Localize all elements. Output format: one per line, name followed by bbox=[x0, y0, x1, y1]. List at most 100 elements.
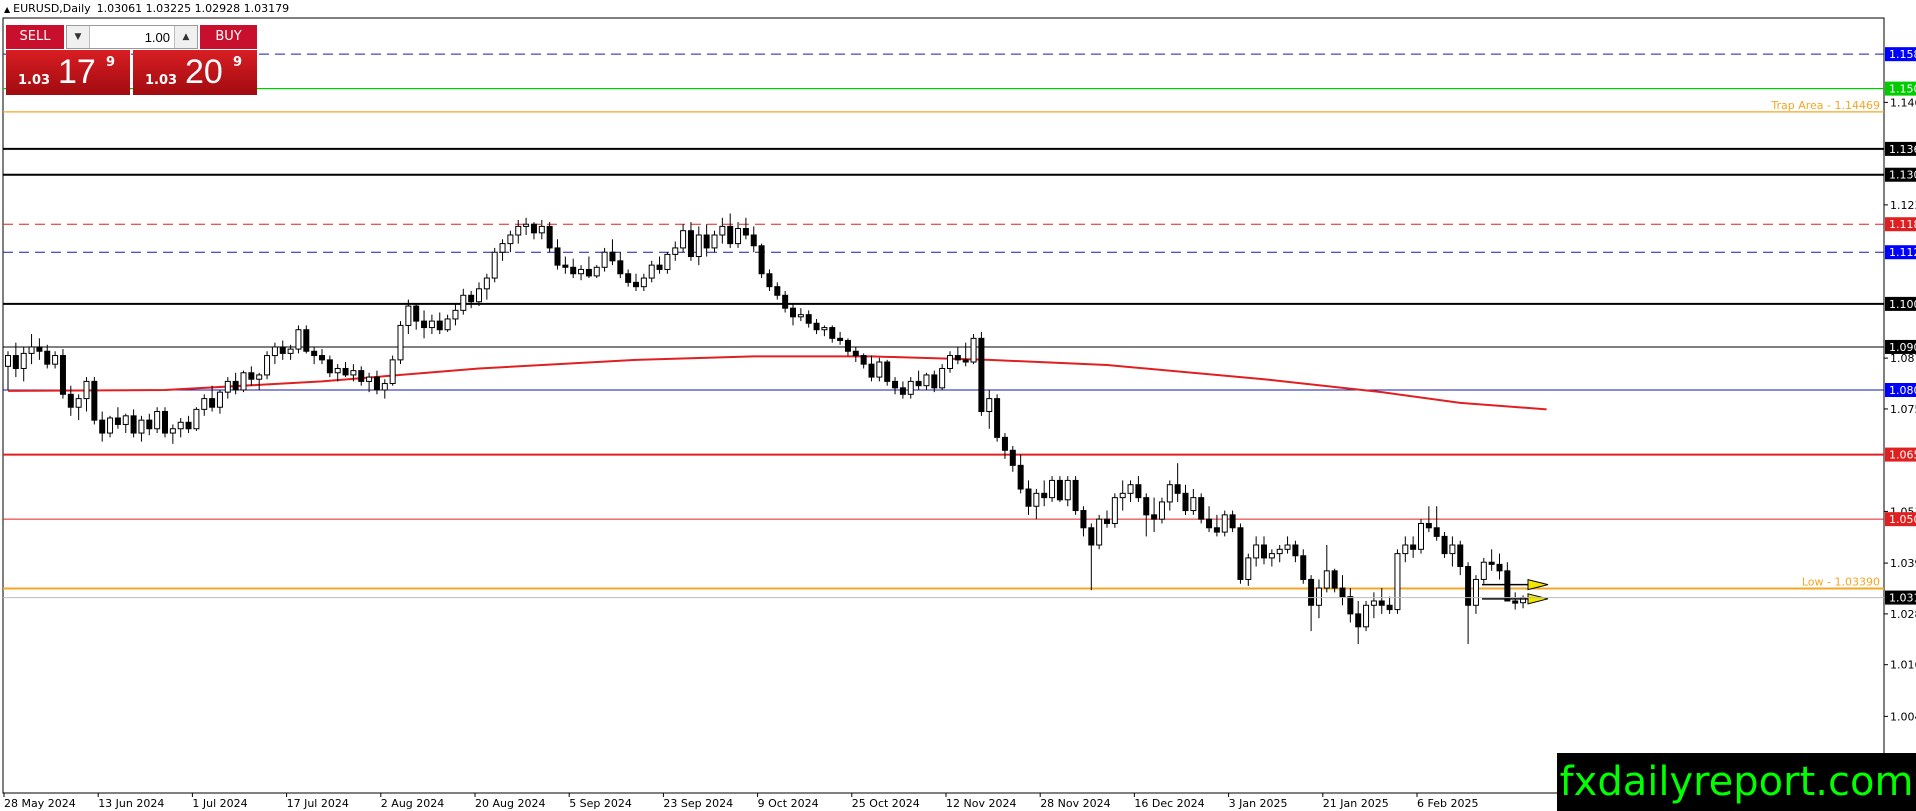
bear-candle bbox=[1009, 449, 1016, 466]
bull-candle bbox=[256, 374, 263, 380]
chart-ohlc: 1.03061 1.03225 1.02928 1.03179 bbox=[96, 2, 290, 15]
bear-candle bbox=[1433, 527, 1440, 537]
buy-price-button[interactable]: 1.03 20 9 bbox=[133, 50, 257, 95]
bear-candle bbox=[1174, 484, 1181, 494]
bear-candle bbox=[1512, 600, 1519, 604]
bull-candle bbox=[970, 337, 977, 363]
bear-candle bbox=[868, 363, 875, 378]
bear-candle bbox=[319, 355, 325, 361]
bull-candle bbox=[83, 380, 90, 400]
bear-candle bbox=[232, 380, 239, 391]
bull-candle bbox=[1158, 501, 1165, 520]
bull-candle bbox=[719, 225, 726, 236]
chart-symbol: EURUSD,Daily bbox=[13, 2, 91, 15]
bull-candle bbox=[1363, 604, 1370, 628]
bull-candle bbox=[1127, 484, 1134, 494]
bull-candle bbox=[52, 355, 59, 365]
bear-candle bbox=[1104, 518, 1110, 524]
bear-candle bbox=[829, 327, 836, 339]
bull-candle bbox=[578, 268, 585, 275]
price-chart[interactable]: 1.146801.123001.087401.075601.051801.039… bbox=[0, 0, 1916, 811]
x-tick-label: 6 Feb 2025 bbox=[1417, 797, 1478, 810]
bear-candle bbox=[1292, 544, 1299, 557]
bear-candle bbox=[837, 337, 844, 341]
x-tick-label: 13 Jun 2024 bbox=[98, 797, 164, 810]
bull-candle bbox=[405, 305, 412, 326]
bear-candle bbox=[750, 234, 757, 247]
bear-candle bbox=[962, 359, 969, 363]
lot-decrease-icon[interactable]: ▼ bbox=[67, 26, 90, 48]
bear-candle bbox=[766, 273, 773, 288]
bull-candle bbox=[664, 253, 671, 270]
bull-candle bbox=[1402, 544, 1409, 555]
bull-candle bbox=[1394, 553, 1401, 611]
bear-candle bbox=[162, 411, 168, 434]
bull-candle bbox=[1119, 492, 1126, 499]
bear-candle bbox=[585, 268, 592, 277]
bull-candle bbox=[821, 327, 828, 331]
x-tick-label: 28 Nov 2024 bbox=[1040, 797, 1110, 810]
bull-candle bbox=[264, 355, 271, 376]
x-tick-label: 20 Aug 2024 bbox=[475, 797, 545, 810]
lot-increase-icon[interactable]: ▲ bbox=[174, 26, 197, 48]
moving-average-line bbox=[7, 355, 1547, 411]
bull-candle bbox=[695, 234, 702, 258]
bear-candle bbox=[1496, 563, 1503, 572]
sell-price-pips: 17 bbox=[58, 53, 96, 91]
buy-button[interactable]: BUY bbox=[200, 25, 257, 49]
bear-candle bbox=[546, 225, 553, 249]
bear-candle bbox=[813, 322, 820, 331]
sell-button[interactable]: SELL bbox=[6, 25, 64, 49]
x-tick-label: 23 Sep 2024 bbox=[663, 797, 733, 810]
lot-size-input[interactable] bbox=[90, 26, 176, 48]
bull-candle bbox=[295, 329, 302, 350]
bull-candle bbox=[177, 421, 184, 430]
bear-candle bbox=[12, 355, 19, 369]
bear-candle bbox=[703, 234, 710, 249]
bear-candle bbox=[1198, 497, 1205, 520]
bull-candle bbox=[28, 346, 35, 354]
bear-candle bbox=[1465, 566, 1472, 606]
x-tick-label: 12 Nov 2024 bbox=[946, 797, 1016, 810]
bear-candle bbox=[358, 370, 365, 382]
bull-candle bbox=[107, 417, 114, 434]
bear-candle bbox=[1182, 492, 1189, 512]
bear-candle bbox=[1339, 587, 1346, 598]
bull-candle bbox=[476, 288, 482, 303]
bull-candle bbox=[1472, 578, 1479, 606]
bear-candle bbox=[656, 264, 663, 270]
bull-candle bbox=[601, 251, 608, 268]
bull-candle bbox=[428, 320, 435, 329]
bear-candle bbox=[413, 305, 420, 322]
level-price-label: 1.09000 bbox=[1889, 341, 1916, 354]
bear-candle bbox=[1504, 570, 1511, 602]
bull-candle bbox=[334, 367, 341, 374]
bull-candle bbox=[1323, 570, 1330, 589]
bear-candle bbox=[311, 350, 318, 357]
bear-candle bbox=[1331, 570, 1338, 589]
bull-candle bbox=[797, 314, 804, 318]
bear-candle bbox=[530, 223, 537, 234]
bear-candle bbox=[1072, 479, 1079, 512]
bear-candle bbox=[1386, 604, 1393, 611]
bull-candle bbox=[947, 355, 953, 369]
bull-candle bbox=[680, 230, 687, 249]
bear-candle bbox=[1261, 544, 1267, 559]
bear-candle bbox=[1300, 555, 1307, 580]
bear-candle bbox=[570, 266, 577, 275]
sell-price-fraction: 9 bbox=[106, 55, 116, 70]
x-tick-label: 5 Sep 2024 bbox=[569, 797, 632, 810]
bear-candle bbox=[774, 286, 781, 296]
bear-candle bbox=[1088, 527, 1095, 546]
arrow-head bbox=[1527, 593, 1549, 605]
bull-candle bbox=[538, 225, 545, 234]
x-tick-label: 21 Jan 2025 bbox=[1323, 797, 1389, 810]
bear-candle bbox=[1206, 518, 1213, 529]
y-tick-label: 1.14680 bbox=[1890, 96, 1916, 109]
candles-group bbox=[5, 213, 1527, 645]
y-tick-label: 1.01620 bbox=[1890, 659, 1916, 672]
bull-candle bbox=[271, 346, 278, 357]
bull-candle bbox=[1166, 484, 1173, 503]
level-price-label: 1.15800 bbox=[1889, 48, 1916, 61]
sell-price-button[interactable]: 1.03 17 9 bbox=[6, 50, 130, 95]
